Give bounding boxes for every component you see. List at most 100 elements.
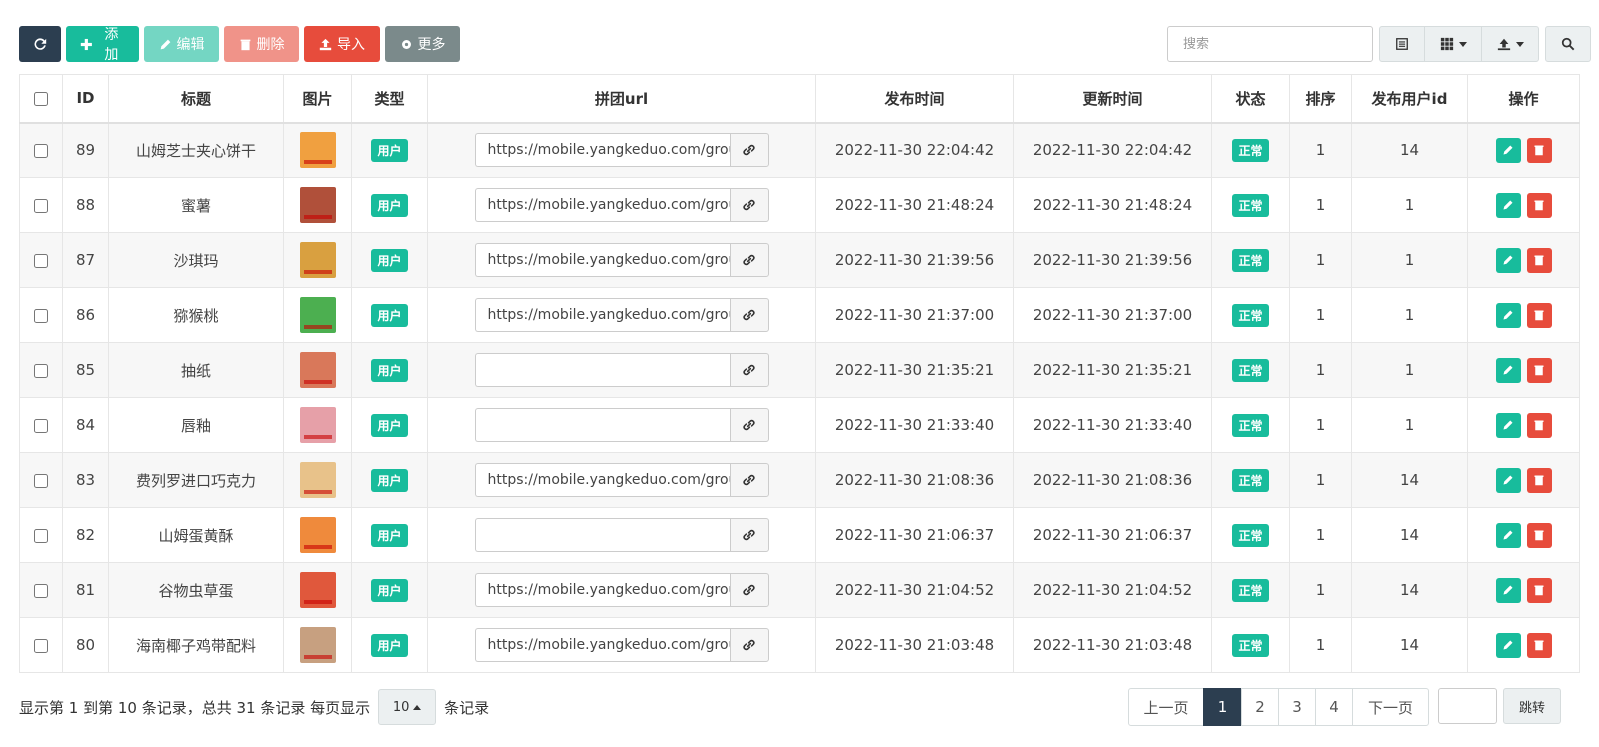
row-delete-button[interactable] xyxy=(1526,192,1552,218)
header-status[interactable]: 状态 xyxy=(1211,74,1290,124)
row-edit-button[interactable] xyxy=(1495,632,1521,658)
columns-button[interactable] xyxy=(1424,26,1482,62)
row-delete-button[interactable] xyxy=(1526,357,1552,383)
url-field[interactable] xyxy=(474,353,730,387)
product-thumbnail[interactable] xyxy=(299,297,336,333)
row-delete-button[interactable] xyxy=(1526,467,1552,493)
status-badge[interactable]: 正常 xyxy=(1232,358,1269,382)
url-field[interactable]: https://mobile.yangkeduo.com/group7 xyxy=(474,628,730,662)
row-edit-button[interactable] xyxy=(1495,577,1521,603)
open-url-button[interactable] xyxy=(729,298,769,332)
row-edit-button[interactable] xyxy=(1495,522,1521,548)
status-badge[interactable]: 正常 xyxy=(1232,633,1269,657)
row-edit-button[interactable] xyxy=(1495,247,1521,273)
open-url-button[interactable] xyxy=(729,133,769,168)
header-title[interactable]: 标题 xyxy=(108,74,284,124)
status-badge[interactable]: 正常 xyxy=(1232,468,1269,492)
row-delete-button[interactable] xyxy=(1526,577,1552,603)
product-thumbnail[interactable] xyxy=(299,407,336,443)
row-checkbox[interactable] xyxy=(34,528,48,543)
export-button[interactable] xyxy=(1481,26,1539,62)
add-button[interactable]: 添加 xyxy=(66,26,139,63)
row-checkbox[interactable] xyxy=(34,143,48,158)
page-3-button[interactable]: 3 xyxy=(1278,688,1316,726)
select-all-checkbox[interactable] xyxy=(34,91,48,106)
header-image[interactable]: 图片 xyxy=(283,74,352,124)
page-size-select[interactable]: 10 xyxy=(378,689,437,725)
row-checkbox[interactable] xyxy=(34,473,48,488)
open-url-button[interactable] xyxy=(729,518,769,552)
status-badge[interactable]: 正常 xyxy=(1232,303,1269,327)
open-url-button[interactable] xyxy=(729,188,769,222)
row-checkbox[interactable] xyxy=(34,308,48,323)
row-edit-button[interactable] xyxy=(1495,302,1521,328)
row-checkbox[interactable] xyxy=(34,253,48,268)
status-badge[interactable]: 正常 xyxy=(1232,138,1269,162)
open-url-button[interactable] xyxy=(729,628,769,662)
header-url[interactable]: 拼团url xyxy=(427,74,816,124)
url-field[interactable]: https://mobile.yangkeduo.com/group7 xyxy=(474,573,730,607)
product-thumbnail[interactable] xyxy=(299,132,336,169)
header-sort[interactable]: 排序 xyxy=(1289,74,1352,124)
product-thumbnail[interactable] xyxy=(299,242,336,278)
page-4-button[interactable]: 4 xyxy=(1315,688,1353,726)
row-edit-button[interactable] xyxy=(1495,357,1521,383)
header-id[interactable]: ID xyxy=(62,74,109,124)
open-url-button[interactable] xyxy=(729,243,769,277)
page-1-button[interactable]: 1 xyxy=(1203,688,1242,726)
prev-page-button[interactable]: 上一页 xyxy=(1128,688,1204,726)
jump-page-input[interactable] xyxy=(1438,688,1497,724)
row-delete-button[interactable] xyxy=(1526,412,1552,438)
row-delete-button[interactable] xyxy=(1526,247,1552,273)
product-thumbnail[interactable] xyxy=(299,572,336,608)
status-badge[interactable]: 正常 xyxy=(1232,193,1269,217)
header-user-id[interactable]: 发布用户id xyxy=(1351,74,1468,124)
open-url-button[interactable] xyxy=(729,463,769,497)
row-checkbox[interactable] xyxy=(34,638,48,653)
open-url-button[interactable] xyxy=(729,408,769,442)
status-badge[interactable]: 正常 xyxy=(1232,578,1269,602)
header-type[interactable]: 类型 xyxy=(351,74,428,124)
url-field[interactable]: https://mobile.yangkeduo.com/group7 xyxy=(474,463,730,497)
header-created[interactable]: 发布时间 xyxy=(815,74,1014,124)
row-delete-button[interactable] xyxy=(1526,632,1552,658)
toggle-view-button[interactable] xyxy=(1379,26,1425,62)
row-checkbox[interactable] xyxy=(34,198,48,213)
import-button[interactable]: 导入 xyxy=(304,26,380,62)
page-2-button[interactable]: 2 xyxy=(1241,688,1279,726)
delete-button[interactable]: 删除 xyxy=(224,26,299,62)
next-page-button[interactable]: 下一页 xyxy=(1352,688,1429,726)
row-delete-button[interactable] xyxy=(1526,522,1552,548)
product-thumbnail[interactable] xyxy=(299,352,336,388)
status-badge[interactable]: 正常 xyxy=(1232,413,1269,437)
url-field[interactable] xyxy=(474,518,730,552)
open-url-button[interactable] xyxy=(729,573,769,607)
edit-button[interactable]: 编辑 xyxy=(144,26,219,62)
product-thumbnail[interactable] xyxy=(299,517,336,553)
row-edit-button[interactable] xyxy=(1495,137,1521,163)
open-url-button[interactable] xyxy=(729,353,769,387)
url-field[interactable]: https://mobile.yangkeduo.com/group7 xyxy=(474,298,730,332)
product-thumbnail[interactable] xyxy=(299,187,336,223)
row-edit-button[interactable] xyxy=(1495,192,1521,218)
product-thumbnail[interactable] xyxy=(299,462,336,498)
product-thumbnail[interactable] xyxy=(299,627,336,663)
row-checkbox[interactable] xyxy=(34,583,48,598)
header-updated[interactable]: 更新时间 xyxy=(1013,74,1212,124)
row-checkbox[interactable] xyxy=(34,418,48,433)
url-field[interactable]: https://mobile.yangkeduo.com/group7 xyxy=(474,188,730,222)
refresh-button[interactable] xyxy=(19,26,61,62)
url-field[interactable] xyxy=(474,408,730,442)
row-checkbox[interactable] xyxy=(34,363,48,378)
jump-button[interactable]: 跳转 xyxy=(1503,688,1561,724)
status-badge[interactable]: 正常 xyxy=(1232,248,1269,272)
more-button[interactable]: 更多 xyxy=(385,26,460,62)
row-delete-button[interactable] xyxy=(1526,137,1552,163)
search-button[interactable] xyxy=(1545,26,1591,62)
url-field[interactable]: https://mobile.yangkeduo.com/group7 xyxy=(474,133,730,168)
search-input[interactable] xyxy=(1167,26,1373,62)
row-edit-button[interactable] xyxy=(1495,412,1521,438)
url-field[interactable]: https://mobile.yangkeduo.com/group7 xyxy=(474,243,730,277)
status-badge[interactable]: 正常 xyxy=(1232,523,1269,547)
row-edit-button[interactable] xyxy=(1495,467,1521,493)
